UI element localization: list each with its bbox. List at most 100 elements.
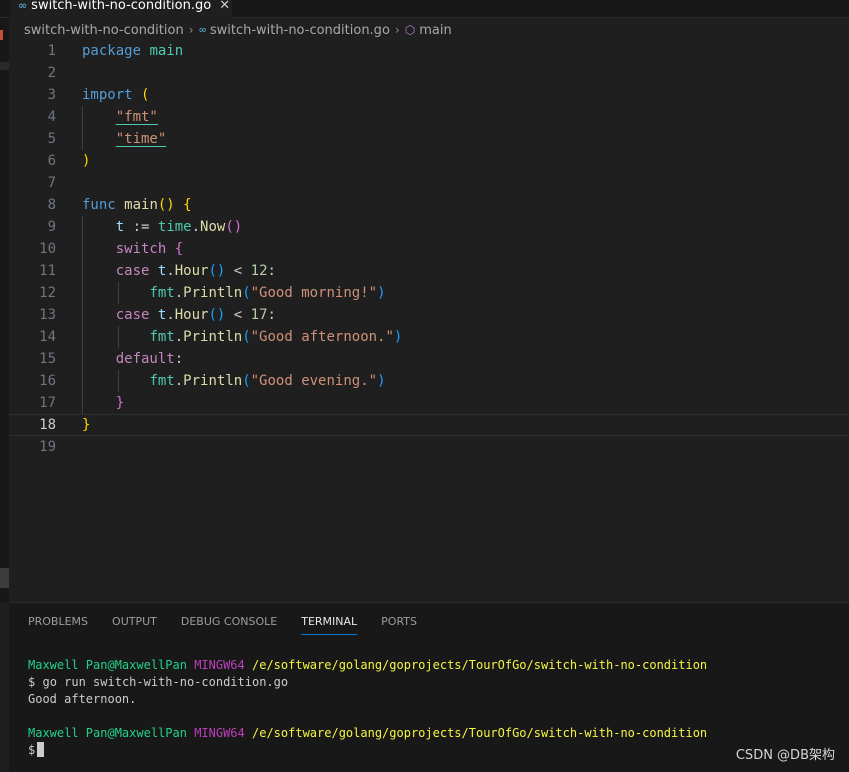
- strip-marker: [0, 62, 9, 70]
- code-line[interactable]: 10 switch {: [9, 238, 849, 260]
- tab-output[interactable]: OUTPUT: [112, 613, 157, 635]
- token: time: [157, 219, 192, 235]
- code-line[interactable]: 8 func main() {: [9, 194, 849, 216]
- code-line[interactable]: 9 t := time.Now(): [9, 216, 849, 238]
- token: "Good afternoon.": [250, 329, 394, 345]
- code-line[interactable]: 12 fmt.Println("Good morning!"): [9, 282, 849, 304]
- terminal-path: /e/software/golang/goprojects/TourOfGo/s…: [252, 658, 708, 672]
- terminal-line: $ go run switch-with-no-condition.go: [28, 674, 707, 691]
- editor-tab[interactable]: ∞ switch-with-no-condition.go ✕: [10, 0, 232, 18]
- error-marker: [0, 30, 3, 40]
- token: 12: [250, 263, 268, 279]
- line-number: 17: [39, 395, 56, 411]
- token: t: [157, 263, 167, 279]
- token: Println: [183, 329, 243, 345]
- token: func: [82, 197, 116, 213]
- line-number: 7: [47, 175, 56, 191]
- code-line[interactable]: 4 "fmt": [9, 106, 849, 128]
- token: fmt: [149, 373, 175, 389]
- token: switch: [115, 241, 167, 257]
- close-icon[interactable]: ✕: [219, 0, 230, 13]
- code-line[interactable]: 1 package main: [9, 40, 849, 62]
- token: "fmt": [115, 109, 158, 125]
- token: t: [115, 219, 125, 235]
- token: fmt: [149, 329, 175, 345]
- token: default: [115, 351, 175, 367]
- code-editor[interactable]: 1 package main 2 3 import ( 4 "fmt" 5 "tim…: [9, 40, 849, 600]
- breadcrumb-file[interactable]: switch-with-no-condition.go: [210, 23, 390, 38]
- terminal-shell: MINGW64: [194, 726, 245, 740]
- terminal-line: Maxwell Pan@MaxwellPan MINGW64 /e/softwa…: [28, 657, 707, 674]
- go-file-icon: ∞: [18, 0, 28, 12]
- line-number: 4: [47, 109, 56, 125]
- code-line[interactable]: 11 case t.Hour() < 12:: [9, 260, 849, 282]
- chevron-right-icon: ›: [394, 23, 400, 37]
- activity-strip: [0, 18, 9, 603]
- terminal-user: Maxwell Pan@MaxwellPan: [28, 658, 187, 672]
- token: fmt: [149, 285, 175, 301]
- code-line[interactable]: 16 fmt.Println("Good evening."): [9, 370, 849, 392]
- code-line[interactable]: 5 "time": [9, 128, 849, 150]
- tab-label: switch-with-no-condition.go: [31, 0, 212, 13]
- token: "Good morning!": [250, 285, 378, 301]
- breadcrumb-symbol[interactable]: main: [419, 23, 451, 38]
- token: Now: [200, 219, 226, 235]
- token: <: [233, 307, 243, 323]
- tab-terminal[interactable]: TERMINAL: [301, 613, 358, 635]
- breadcrumb: switch-with-no-condition › ∞ switch-with…: [24, 20, 452, 40]
- code-line-current[interactable]: 18}: [9, 414, 849, 436]
- token: "Good evening.": [250, 373, 378, 389]
- token: case: [115, 307, 150, 323]
- line-number: 11: [39, 263, 56, 279]
- editor-tab-bar: ∞ switch-with-no-condition.go ✕: [0, 0, 849, 18]
- line-number: 2: [47, 65, 56, 81]
- token: package: [82, 43, 142, 59]
- token: main: [149, 43, 184, 59]
- code-line[interactable]: 14 fmt.Println("Good afternoon."): [9, 326, 849, 348]
- token: Println: [183, 285, 243, 301]
- code-line[interactable]: 15 default:: [9, 348, 849, 370]
- terminal-line[interactable]: $: [28, 742, 707, 759]
- terminal-prompt: $: [28, 743, 36, 757]
- terminal-user: Maxwell Pan@MaxwellPan: [28, 726, 187, 740]
- panel-tabs: PROBLEMS OUTPUT DEBUG CONSOLE TERMINAL P…: [28, 613, 441, 635]
- token: :=: [132, 219, 150, 235]
- line-number: 6: [47, 153, 56, 169]
- terminal-output[interactable]: Maxwell Pan@MaxwellPan MINGW64 /e/softwa…: [28, 657, 707, 759]
- token: import: [82, 87, 133, 103]
- tab-problems[interactable]: PROBLEMS: [28, 613, 88, 635]
- token: Hour: [174, 263, 209, 279]
- line-number: 3: [47, 87, 56, 103]
- line-number: 14: [39, 329, 56, 345]
- token: "time": [115, 131, 167, 147]
- tab-ports[interactable]: PORTS: [381, 613, 417, 635]
- token: main: [124, 197, 158, 213]
- line-number: 16: [39, 373, 56, 389]
- breadcrumb-folder[interactable]: switch-with-no-condition: [24, 23, 184, 38]
- token: <: [233, 263, 243, 279]
- watermark: CSDN @DB架构: [735, 748, 835, 763]
- terminal-path: /e/software/golang/goprojects/TourOfGo/s…: [252, 726, 708, 740]
- line-number: 9: [47, 219, 56, 235]
- token: case: [115, 263, 150, 279]
- tab-debug-console[interactable]: DEBUG CONSOLE: [181, 613, 277, 635]
- line-number: 5: [47, 131, 56, 147]
- token: Println: [183, 373, 243, 389]
- code-line[interactable]: 17 }: [9, 392, 849, 414]
- line-number: 18: [39, 417, 56, 433]
- code-line[interactable]: 7: [9, 172, 849, 194]
- terminal-prompt: $: [28, 675, 36, 689]
- code-line[interactable]: 6): [9, 150, 849, 172]
- code-line[interactable]: 3 import (: [9, 84, 849, 106]
- code-line[interactable]: 2: [9, 62, 849, 84]
- line-number: 8: [47, 197, 56, 213]
- line-number: 1: [47, 43, 56, 59]
- chevron-right-icon: ›: [188, 23, 194, 37]
- line-number: 15: [39, 351, 56, 367]
- bottom-panel: PROBLEMS OUTPUT DEBUG CONSOLE TERMINAL P…: [9, 602, 849, 772]
- terminal-shell: MINGW64: [194, 658, 245, 672]
- terminal-output-line: Good afternoon.: [28, 692, 137, 706]
- line-number: 10: [39, 241, 56, 257]
- code-line[interactable]: 19: [9, 436, 849, 458]
- code-line[interactable]: 13 case t.Hour() < 17:: [9, 304, 849, 326]
